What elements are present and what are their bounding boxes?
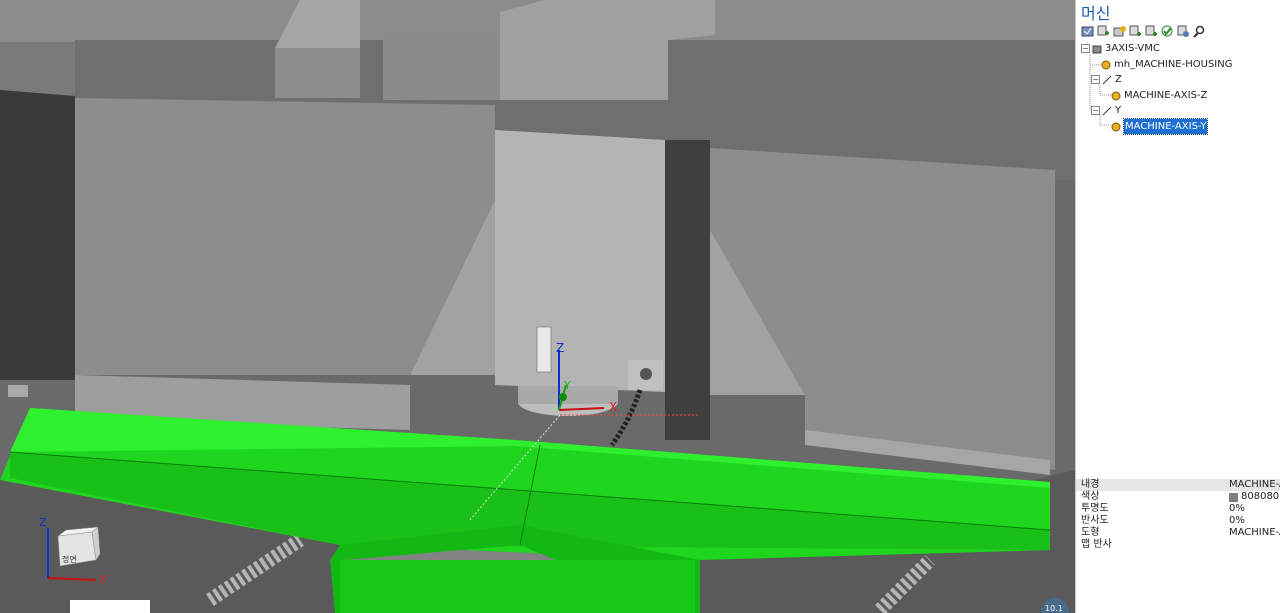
- tree-root-label: 3AXIS-VMC: [1105, 43, 1160, 54]
- tree-item-root[interactable]: − 3AXIS-VMC: [1081, 41, 1160, 56]
- add-axis-alt-button[interactable]: [1144, 24, 1159, 39]
- machine-properties-icon: [1081, 26, 1094, 37]
- add-axis-icon: [1129, 25, 1141, 36]
- zoom-badge-label: 10.1: [1045, 604, 1063, 613]
- property-row-color[interactable]: 색상 808080: [1076, 491, 1280, 503]
- property-value: 0%: [1229, 503, 1245, 514]
- view-cube-z-label: Z: [39, 516, 47, 529]
- check-button[interactable]: [1160, 24, 1175, 39]
- property-row-geometry[interactable]: 도형 MACHINE-A: [1076, 527, 1280, 539]
- property-key: 투명도: [1081, 503, 1109, 514]
- property-value: MACHINE-A: [1229, 527, 1280, 538]
- add-machine-icon: [1097, 25, 1109, 36]
- property-row-inner-diameter[interactable]: 내경 MACHINE-A: [1076, 479, 1280, 491]
- view-cube-face-label: 정면: [62, 554, 77, 564]
- gizmo-scale-box: [536, 326, 552, 373]
- machine-panel: 머신 − 3AXIS-VMC mh_MACHINE-HOUSING − Z MA…: [1075, 0, 1280, 613]
- machine-properties-button[interactable]: [1080, 24, 1095, 39]
- view-cube-x-label: X: [99, 573, 107, 586]
- tree-y-component-label: MACHINE-AXIS-Y: [1122, 118, 1209, 135]
- gizmo-z-label: Z: [556, 341, 564, 355]
- tree-item-y-axis[interactable]: − Y: [1091, 103, 1121, 118]
- tree-item-z-component[interactable]: MACHINE-AXIS-Z: [1111, 88, 1207, 103]
- machine-toolbar: [1080, 24, 1207, 40]
- 3d-viewport[interactable]: Z Y X 정면 Z X 10.1: [0, 0, 1075, 613]
- spindle-column: [495, 130, 665, 392]
- tree-y-axis-label: Y: [1115, 105, 1122, 116]
- machine-model[interactable]: Z Y X 정면 Z X 10.1: [0, 0, 1075, 613]
- property-key: 맵 반사: [1081, 539, 1112, 550]
- property-value: MACHINE-A: [1229, 479, 1280, 490]
- top-box-2: [383, 32, 493, 100]
- gizmo-origin: [559, 393, 567, 401]
- axis-component-icon: [1111, 91, 1121, 101]
- property-row-reflectivity[interactable]: 반사도 0%: [1076, 515, 1280, 527]
- search-button[interactable]: [1192, 24, 1207, 39]
- add-housing-icon: [1113, 26, 1126, 37]
- property-value-color: 808080: [1229, 491, 1279, 503]
- property-key: 내경: [1081, 479, 1100, 490]
- add-axis-alt-icon: [1145, 25, 1157, 36]
- left-handle: [8, 385, 28, 397]
- check-icon: [1161, 25, 1173, 37]
- axis-component-icon: [1111, 122, 1121, 132]
- properties-grid: 내경 MACHINE-A 색상 808080 투명도 0% 반사도 0% 도형 …: [1076, 479, 1280, 551]
- axis-y-saddle-front: [340, 560, 695, 613]
- property-key: 색상: [1081, 491, 1100, 502]
- linear-axis-icon: [1102, 106, 1112, 116]
- housing-component-icon: [1101, 60, 1111, 70]
- settings-icon: [1177, 25, 1189, 37]
- left-dark-frame: [0, 90, 75, 380]
- top-box-1-front: [275, 48, 360, 98]
- machine-root-icon: [1092, 44, 1102, 54]
- property-key: 도형: [1081, 527, 1100, 538]
- spindle-column-side: [665, 140, 710, 440]
- collapse-icon[interactable]: −: [1091, 75, 1100, 84]
- gizmo-y-label: Y: [563, 379, 571, 392]
- add-axis-button[interactable]: [1128, 24, 1143, 39]
- gizmo-x-label: X: [609, 400, 617, 414]
- search-icon: [1193, 25, 1205, 38]
- collapse-icon[interactable]: −: [1091, 106, 1100, 115]
- panel-title: 머신: [1081, 4, 1111, 23]
- color-value-text: 808080: [1241, 491, 1280, 502]
- tree-item-housing[interactable]: mh_MACHINE-HOUSING: [1101, 57, 1232, 72]
- property-row-map-reflection[interactable]: 맵 반사: [1076, 539, 1280, 551]
- color-swatch: [1229, 492, 1238, 502]
- bottom-white-strip: [70, 600, 150, 613]
- tree-z-component-label: MACHINE-AXIS-Z: [1124, 90, 1208, 101]
- property-key: 반사도: [1081, 515, 1109, 526]
- add-machine-button[interactable]: [1096, 24, 1111, 39]
- collapse-icon[interactable]: −: [1081, 44, 1090, 53]
- linear-axis-icon: [1102, 75, 1112, 85]
- rear-wall-right: [710, 148, 1055, 470]
- connector-port: [640, 368, 652, 380]
- add-housing-button[interactable]: [1112, 24, 1127, 39]
- settings-button[interactable]: [1176, 24, 1191, 39]
- tree-housing-label: mh_MACHINE-HOUSING: [1114, 59, 1233, 70]
- tree-item-z-axis[interactable]: − Z: [1091, 72, 1122, 87]
- tree-item-y-component[interactable]: MACHINE-AXIS-Y: [1111, 118, 1209, 135]
- tree-z-axis-label: Z: [1115, 74, 1122, 85]
- property-row-transparency[interactable]: 투명도 0%: [1076, 503, 1280, 515]
- property-value: 0%: [1229, 515, 1245, 526]
